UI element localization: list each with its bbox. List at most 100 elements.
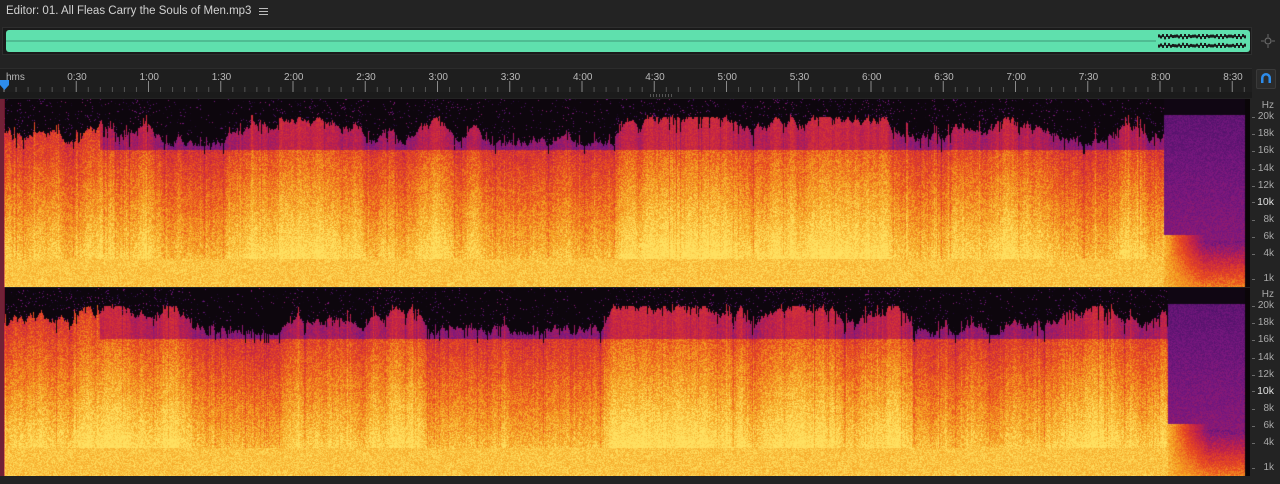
spectral-channel-left[interactable] — [4, 99, 1250, 287]
overview-gap-mark — [1220, 45, 1222, 48]
overview-gap-mark — [1230, 34, 1232, 38]
frequency-label: 8k — [1263, 403, 1274, 414]
editor-title: Editor: 01. All Fleas Carry the Souls of… — [6, 5, 252, 17]
frequency-tick — [1252, 279, 1255, 280]
overview-gap-mark — [1224, 44, 1226, 48]
overview-gap-mark — [1210, 34, 1212, 38]
playhead-marker-icon[interactable] — [0, 80, 9, 90]
overview-gap-mark — [1236, 35, 1238, 39]
zoom-navigator-icon[interactable] — [1260, 33, 1276, 49]
overview-gap-mark — [1228, 34, 1230, 38]
ruler-drag-strip — [0, 92, 1252, 98]
frequency-tick — [1252, 443, 1255, 444]
timeline-tick-label: 1:30 — [211, 72, 232, 83]
frequency-tick — [1252, 340, 1255, 341]
overview-gap-mark — [1204, 35, 1206, 39]
overview-gap-mark — [1186, 43, 1188, 47]
frequency-label: 1k — [1263, 273, 1274, 284]
overview-gap-mark — [1168, 43, 1170, 47]
timeline-ticks — [3, 81, 1245, 93]
overview-gap-mark — [1176, 34, 1178, 38]
frequency-tick — [1252, 409, 1255, 410]
overview-gap-mark — [1188, 34, 1190, 38]
overview-gap-mark — [1180, 34, 1182, 38]
frequency-tick — [1252, 202, 1255, 203]
spectrogram-left — [4, 99, 1250, 287]
overview-gap-mark — [1180, 44, 1182, 48]
frequency-label: 18k — [1257, 128, 1274, 139]
frequency-tick — [1252, 426, 1255, 427]
overview-gap-mark — [1220, 34, 1222, 37]
frequency-label: 14k — [1257, 352, 1274, 363]
editor-title-bar: Editor: 01. All Fleas Carry the Souls of… — [0, 0, 1280, 22]
overview-gap-mark — [1174, 44, 1176, 48]
overview-gap-mark — [1222, 42, 1224, 46]
overview-gap-mark — [1236, 43, 1238, 47]
overview-gap-mark — [1160, 35, 1162, 39]
frequency-tick — [1252, 254, 1255, 255]
frequency-label: 20k — [1257, 111, 1274, 122]
overview-gap-mark — [1174, 34, 1176, 38]
overview-gap-mark — [1182, 36, 1184, 40]
overview-navigator[interactable] — [2, 27, 1252, 55]
playhead-line — [0, 99, 5, 476]
timeline-tick-label: 8:30 — [1223, 72, 1243, 83]
overview-gap-mark — [1160, 43, 1162, 47]
overview-gap-mark — [1170, 44, 1172, 48]
overview-gap-mark — [1184, 34, 1186, 38]
frequency-tick — [1252, 151, 1255, 152]
frequency-tick — [1252, 169, 1255, 170]
overview-gap-mark — [1194, 44, 1196, 48]
timeline-tick-label: 1:00 — [139, 72, 159, 83]
timeline-tick-label: 7:30 — [1078, 72, 1099, 83]
overview-gap-mark — [1230, 44, 1232, 48]
overview-gap-mark — [1188, 44, 1190, 48]
overview-gap-mark — [1166, 44, 1168, 48]
frequency-label: 6k — [1263, 231, 1274, 242]
timeline-tick-label: 3:30 — [500, 72, 521, 83]
overview-gap-mark — [1182, 42, 1184, 46]
overview-waveform-graphic — [6, 34, 1246, 48]
overview-gap-mark — [1178, 35, 1180, 39]
frequency-axis-right[interactable]: Hz 20k 18k 16k 14k 12k 10k 8k 6k 4k 1k — [1252, 288, 1280, 476]
snap-toggle-button[interactable] — [1256, 69, 1276, 89]
overview-waveform[interactable] — [6, 30, 1250, 52]
frequency-unit-label: Hz — [1261, 100, 1274, 111]
timeline-tick-label: 8:00 — [1151, 72, 1171, 83]
frequency-tick — [1252, 186, 1255, 187]
overview-gap-mark — [1206, 44, 1208, 48]
timeline-tick-label: 5:30 — [789, 72, 810, 83]
frequency-label: 10k — [1257, 385, 1274, 397]
frequency-tick — [1252, 117, 1255, 118]
overview-gap-mark — [1238, 34, 1240, 38]
hamburger-menu-icon[interactable] — [259, 7, 269, 16]
frequency-tick — [1252, 306, 1255, 307]
frequency-label: 16k — [1257, 334, 1274, 345]
overview-gap-mark — [1158, 44, 1160, 48]
timeline-tick-label: 4:00 — [573, 72, 593, 83]
timeline-tick-label: 0:30 — [67, 72, 87, 83]
frequency-tick — [1252, 134, 1255, 135]
overview-gap-mark — [1176, 44, 1178, 48]
frequency-label: 1k — [1263, 462, 1274, 473]
frequency-tick — [1252, 375, 1255, 376]
overview-gap-mark — [1162, 44, 1164, 48]
timeline-tick-label: 4:30 — [645, 72, 665, 83]
overview-gap-mark — [1162, 34, 1164, 38]
frequency-tick — [1252, 323, 1255, 324]
bottom-scroll-area — [0, 476, 1280, 484]
overview-gap-mark — [1204, 43, 1206, 47]
frequency-label: 4k — [1263, 248, 1274, 259]
frequency-tick — [1252, 237, 1255, 238]
spectral-channel-right[interactable] — [4, 288, 1250, 476]
timeline-ruler[interactable]: hms 0:30 1:00 1:30 2:00 2:30 3:00 3:30 4:00 4:30… — [0, 68, 1252, 94]
timeline-tick-label: 2:30 — [356, 72, 376, 83]
resize-grip-icon[interactable] — [650, 94, 672, 97]
overview-gap-mark — [1196, 35, 1198, 39]
frequency-label: 18k — [1257, 317, 1274, 328]
overview-gap-mark — [1206, 34, 1208, 38]
overview-gap-mark — [1184, 44, 1186, 48]
frequency-label: 8k — [1263, 214, 1274, 225]
frequency-tick — [1252, 468, 1255, 469]
frequency-axis-left[interactable]: Hz 20k 18k 16k 14k 12k 10k 8k 6k 4k 1k — [1252, 99, 1280, 287]
